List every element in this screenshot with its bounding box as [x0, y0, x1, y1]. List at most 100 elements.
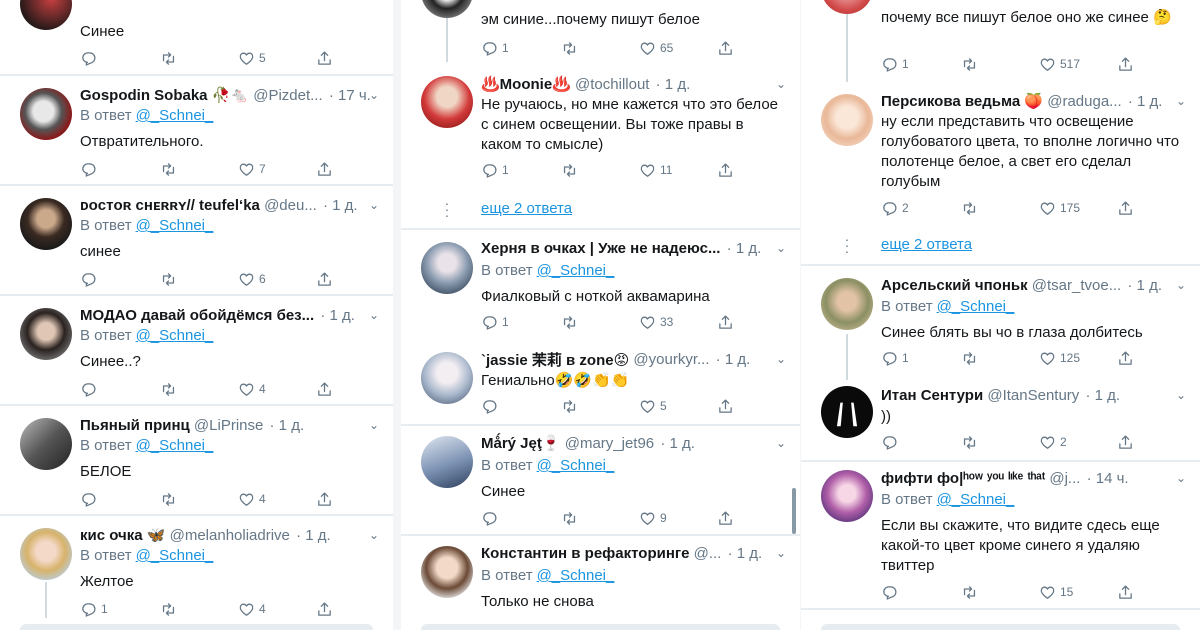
tweet[interactable]: Константин в рефакторинге @... · 1 д. ⌄ … [401, 536, 800, 626]
timestamp[interactable]: · 1 д. [728, 545, 763, 562]
retweet-button[interactable] [160, 48, 177, 68]
retweet-button[interactable] [961, 582, 978, 602]
tweet[interactable]: МОДАО давай обойдёмся без... · 1 д. ⌄ В … [0, 296, 393, 406]
reply-button[interactable] [881, 432, 898, 452]
like-button[interactable]: 33 [639, 312, 673, 332]
mention-link[interactable]: @_Schnei_ [537, 457, 615, 474]
timestamp[interactable]: · 1 д. [1085, 387, 1120, 404]
reply-button[interactable] [80, 379, 97, 399]
retweet-button[interactable] [961, 198, 978, 218]
reply-button[interactable] [481, 508, 498, 528]
user-handle[interactable]: @melanholiadrive [170, 527, 290, 544]
user-handle[interactable]: @deu... [264, 197, 317, 214]
user-handle[interactable]: @j... [1049, 470, 1080, 487]
like-button[interactable]: 11 [639, 160, 672, 180]
display-name[interactable]: Итан Сентури [881, 387, 983, 404]
display-name[interactable]: Пьяный принц [80, 417, 190, 434]
retweet-button[interactable] [160, 159, 177, 179]
retweet-button[interactable] [561, 396, 578, 416]
reply-button[interactable] [80, 269, 97, 289]
mention-link[interactable]: @_Schnei_ [136, 107, 214, 124]
reply-button[interactable]: 1 [481, 38, 509, 58]
user-handle[interactable]: @tsar_tvoe... [1032, 277, 1121, 294]
tweet[interactable]: Gospodin Sobaka 🥀🐁 @Pizdet... · 17 ч. ⌄ … [0, 76, 393, 186]
like-button[interactable]: 125 [1039, 348, 1080, 368]
avatar[interactable] [20, 418, 72, 470]
compose-bar[interactable] [20, 624, 373, 630]
avatar[interactable] [421, 76, 473, 128]
mention-link[interactable]: @_Schnei_ [136, 217, 214, 234]
tweet[interactable]: ♨️Moonie♨️ @tochillout · 1 д. ⌄ Не ручаю… [401, 66, 800, 196]
chevron-down-icon[interactable]: ⌄ [774, 77, 788, 91]
timestamp[interactable]: · 1 д. [727, 240, 762, 257]
display-name[interactable]: Херня в очках | Уже не надеюс... [481, 240, 720, 257]
avatar[interactable] [421, 242, 473, 294]
retweet-button[interactable] [160, 599, 177, 619]
retweet-button[interactable] [160, 489, 177, 509]
share-button[interactable] [717, 508, 734, 528]
avatar[interactable] [20, 0, 72, 30]
like-button[interactable]: 9 [639, 508, 667, 528]
retweet-button[interactable] [961, 54, 978, 74]
display-name[interactable]: Gospodin Sobaka 🥀🐁 [80, 86, 249, 104]
like-button[interactable]: 517 [1039, 54, 1080, 74]
avatar[interactable] [421, 546, 473, 598]
avatar[interactable] [20, 198, 72, 250]
retweet-button[interactable] [561, 312, 578, 332]
chevron-down-icon[interactable]: ⌄ [774, 241, 788, 255]
tweet[interactable]: кис очка 🦋 @melanholiadrive · 1 д. ⌄ В о… [0, 516, 393, 626]
tweet[interactable]: эм синие...почему пишут белое 1 65 [401, 0, 800, 62]
reply-button[interactable]: 1 [881, 348, 909, 368]
retweet-button[interactable] [961, 432, 978, 452]
reply-button[interactable] [481, 396, 498, 416]
user-handle[interactable]: @yourkyr... [633, 351, 709, 368]
mention-link[interactable]: @_Schnei_ [136, 437, 214, 454]
tweet[interactable]: фифти фо|ʰᵒʷ ʸᵒᵘ ˡᶦᵏᵉ ᵗʰᵃᵗ @j... · 14 ч.… [801, 462, 1200, 610]
avatar[interactable] [20, 308, 72, 360]
display-name[interactable]: ᴅᴏᴄᴛᴏʀ ᴄʜᴇʀʀʏ// teufel‘ka [80, 197, 260, 214]
tweet[interactable]: Синее 5 [0, 0, 393, 76]
timestamp[interactable]: · 14 ч. [1087, 470, 1129, 487]
chevron-down-icon[interactable]: ⌄ [1174, 278, 1188, 292]
display-name[interactable]: ♨️Moonie♨️ [481, 75, 571, 93]
user-handle[interactable]: @raduga... [1047, 93, 1121, 110]
like-button[interactable]: 15 [1039, 582, 1073, 602]
tweet[interactable]: почему все пишут белое оно же синее 🤔 1 … [801, 0, 1200, 82]
chevron-down-icon[interactable]: ⌄ [367, 418, 381, 432]
show-more-replies-link[interactable]: еще 2 ответа [481, 200, 572, 217]
timestamp[interactable]: · 1 д. [716, 351, 751, 368]
chevron-down-icon[interactable]: ⌄ [367, 198, 381, 212]
avatar[interactable] [421, 352, 473, 404]
chevron-down-icon[interactable]: ⌄ [1174, 471, 1188, 485]
compose-bar[interactable] [421, 624, 780, 630]
reply-button[interactable] [80, 159, 97, 179]
retweet-button[interactable] [160, 379, 177, 399]
timestamp[interactable]: · 1 д. [656, 76, 691, 93]
avatar[interactable] [821, 386, 873, 438]
chevron-down-icon[interactable]: ⌄ [774, 546, 788, 560]
scrollbar[interactable] [792, 488, 796, 534]
avatar[interactable] [421, 0, 473, 18]
like-button[interactable]: 5 [639, 396, 667, 416]
share-button[interactable] [717, 396, 734, 416]
avatar[interactable] [821, 470, 873, 522]
like-button[interactable]: 4 [238, 489, 266, 509]
chevron-down-icon[interactable]: ⌄ [1174, 94, 1188, 108]
reply-button[interactable] [881, 582, 898, 602]
user-handle[interactable]: @mary_jet96 [565, 435, 654, 452]
display-name[interactable]: МОДАО давай обойдёмся без... [80, 307, 314, 324]
share-button[interactable] [717, 38, 734, 58]
retweet-button[interactable] [561, 38, 578, 58]
show-more-replies-link[interactable]: еще 2 ответа [881, 236, 972, 253]
mention-link[interactable]: @_Schnei_ [937, 298, 1015, 315]
like-button[interactable]: 175 [1039, 198, 1080, 218]
like-button[interactable]: 4 [238, 379, 266, 399]
reply-button[interactable]: 1 [80, 599, 108, 619]
avatar[interactable] [20, 528, 72, 580]
tweet[interactable]: Итан Сентури @ItanSentury · 1 д. ⌄ )) 2 [801, 378, 1200, 460]
reply-button[interactable] [80, 48, 97, 68]
avatar[interactable] [421, 436, 473, 488]
compose-bar[interactable] [821, 624, 1180, 630]
mention-link[interactable]: @_Schnei_ [537, 262, 615, 279]
share-button[interactable] [717, 312, 734, 332]
